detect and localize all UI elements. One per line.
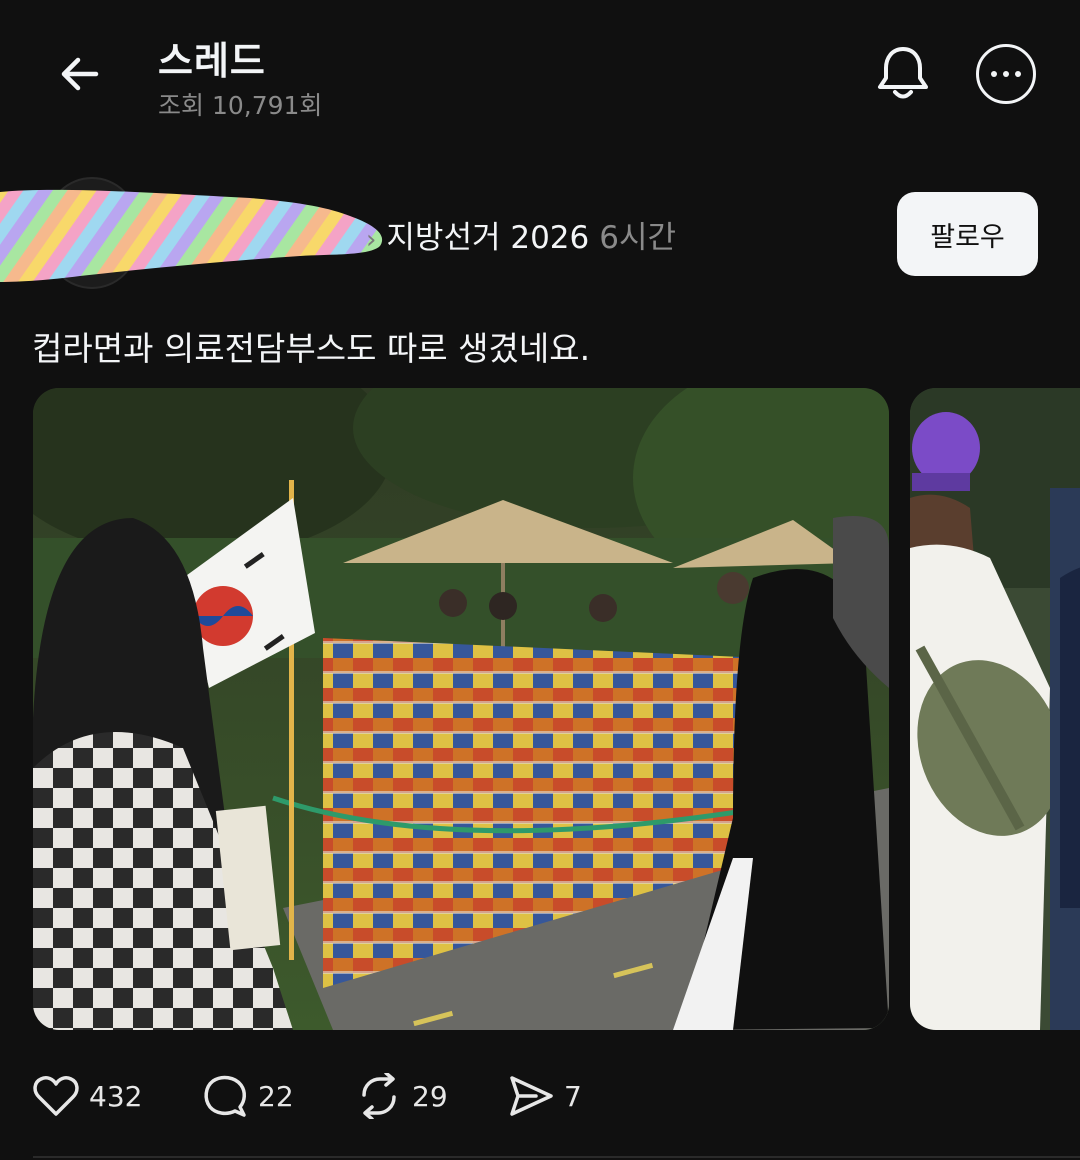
- photo-illustration: [33, 388, 889, 1030]
- follow-button[interactable]: 팔로우: [897, 192, 1038, 276]
- repost-icon: [362, 1073, 396, 1119]
- post-image-2[interactable]: [910, 388, 1080, 1030]
- heart-icon: [33, 1076, 79, 1116]
- divider: [33, 1156, 1080, 1158]
- notifications-button[interactable]: [872, 42, 934, 104]
- share-button[interactable]: 7: [508, 1070, 582, 1122]
- paper-plane-icon: [510, 1076, 553, 1116]
- more-options-button[interactable]: [976, 44, 1036, 104]
- repost-count: 29: [412, 1079, 448, 1113]
- author-meta: › 지방선거 2026 6시간: [366, 212, 676, 257]
- share-count: 7: [564, 1079, 582, 1113]
- back-button[interactable]: [52, 46, 108, 102]
- repost-button[interactable]: 29: [356, 1070, 448, 1122]
- ellipsis-circle-icon: [991, 71, 1021, 77]
- reply-button[interactable]: 22: [202, 1070, 294, 1122]
- bell-icon: [878, 47, 928, 99]
- post-image-1[interactable]: [33, 388, 889, 1030]
- reply-count: 22: [258, 1079, 294, 1113]
- like-count: 432: [89, 1079, 143, 1113]
- page-title: 스레드: [158, 39, 266, 83]
- topic-tag[interactable]: 지방선거 2026: [386, 212, 589, 257]
- arrow-left-icon: [61, 57, 99, 91]
- like-button[interactable]: 432: [33, 1070, 142, 1122]
- post-time: 6시간: [599, 220, 676, 256]
- speech-bubble-icon: [204, 1075, 246, 1117]
- redaction-scribble: [0, 189, 383, 282]
- view-count: 조회 10,791회: [158, 91, 323, 120]
- photo-illustration-2: [910, 388, 1080, 1030]
- post-text: 컵라면과 의료전담부스도 따로 생겼네요.: [32, 329, 591, 368]
- chevron-right-icon: ›: [366, 225, 377, 255]
